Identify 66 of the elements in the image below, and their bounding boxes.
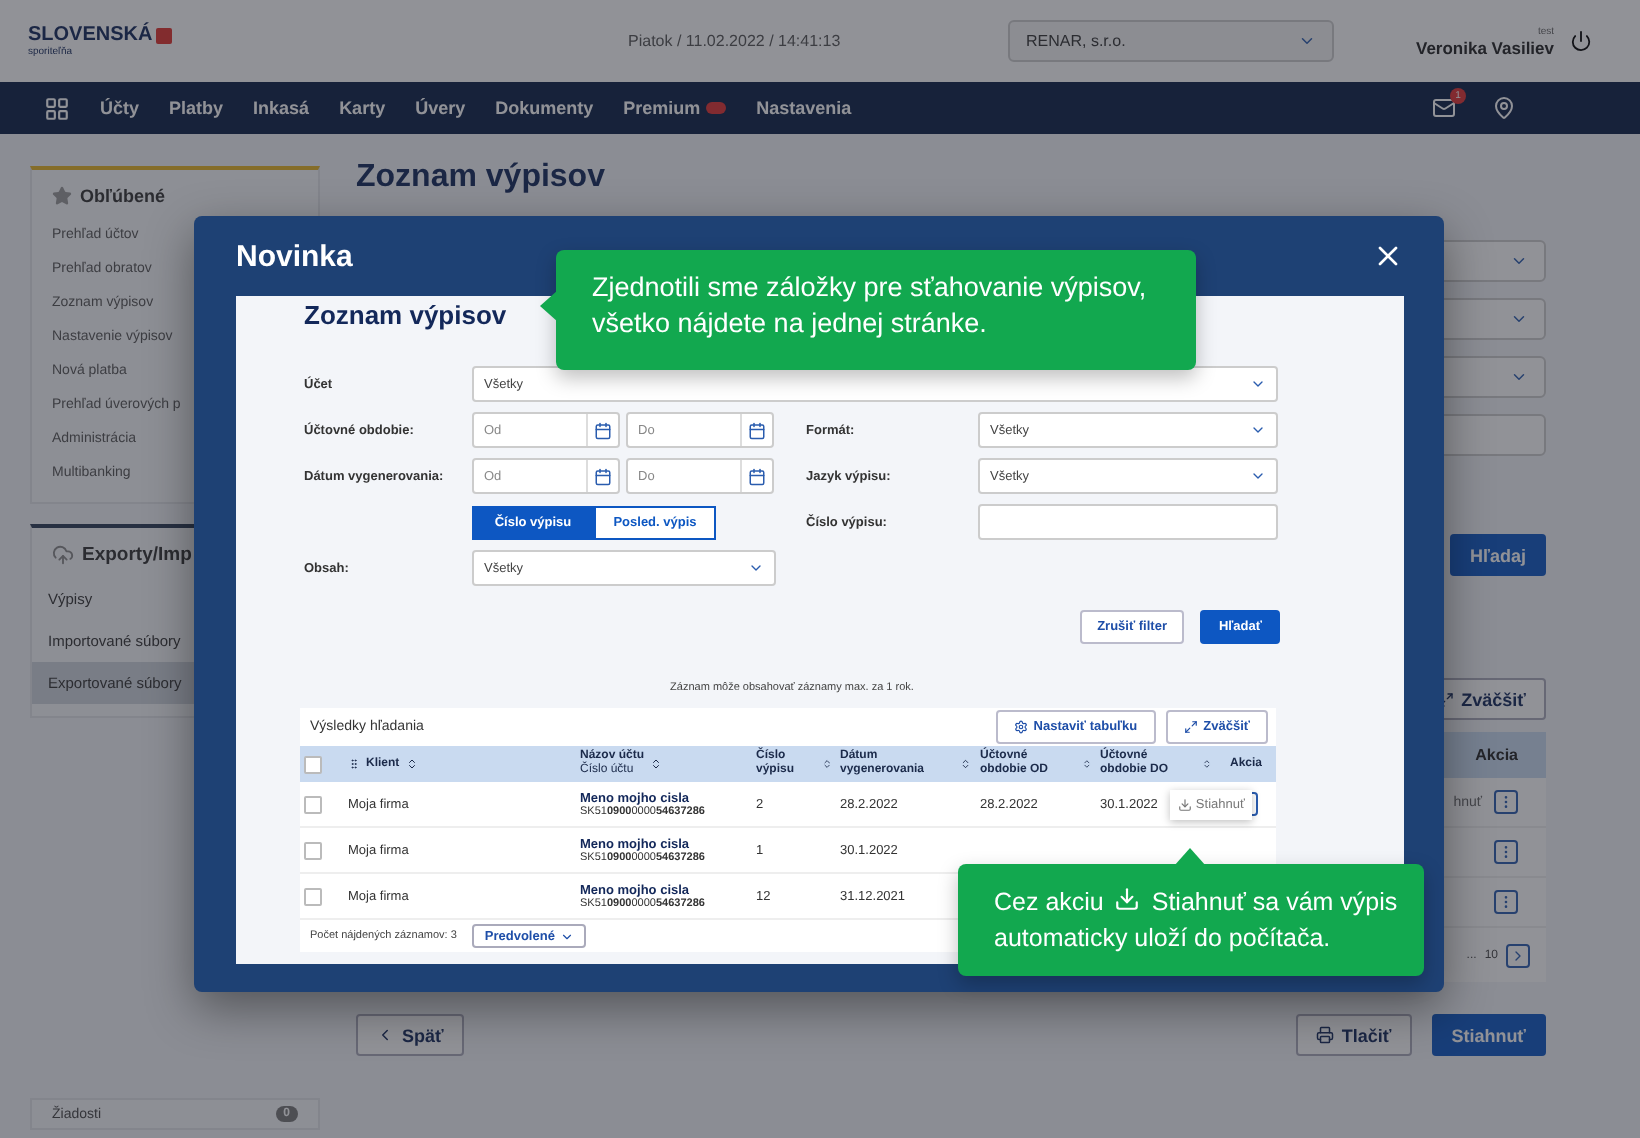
chevron-down-icon	[1250, 376, 1266, 392]
next-page-button[interactable]	[1506, 943, 1530, 967]
input-field[interactable]	[978, 504, 1278, 540]
settings-icon	[1013, 720, 1028, 734]
calendar-icon	[594, 421, 612, 439]
grid-icon[interactable]	[44, 95, 70, 121]
tooltip-text: Cez akciu	[994, 888, 1104, 916]
chevron-right-icon	[1510, 947, 1526, 963]
chevron-down-icon	[1298, 32, 1316, 50]
card-title: Exporty/Imp	[82, 544, 192, 566]
chevron-down-icon	[1250, 422, 1266, 438]
page-title: Zoznam výpisov	[304, 300, 507, 330]
download-icon	[1177, 797, 1192, 811]
more-button[interactable]	[1494, 890, 1518, 914]
company-select[interactable]: RENAR, s.r.o.	[1008, 20, 1334, 62]
checkbox[interactable]	[304, 795, 322, 813]
sort-icon	[960, 758, 972, 770]
nav-link[interactable]: Inkasá	[253, 98, 310, 118]
checkbox[interactable]	[304, 755, 322, 773]
search-button[interactable]: Hľadaj	[1450, 534, 1546, 576]
download-button[interactable]: Stiahnuť	[1431, 1014, 1546, 1056]
sort-icon	[1202, 758, 1212, 770]
user-name: Veronika Vasiliev	[1416, 37, 1554, 57]
nav-link[interactable]: Nastavenia	[756, 98, 852, 118]
calendar-icon	[748, 421, 766, 439]
logo-icon	[156, 27, 173, 43]
calendar-icon	[748, 467, 766, 485]
star-icon	[52, 186, 72, 206]
card-title: Obľúbené	[80, 186, 165, 206]
chevron-down-icon	[1510, 252, 1528, 270]
nav-link[interactable]: Dokumenty	[495, 98, 594, 118]
modal-title: Novinka	[236, 239, 353, 273]
chevron-down-icon	[1250, 468, 1266, 484]
chevron-down-icon	[748, 560, 764, 576]
sort-icon	[1082, 758, 1092, 770]
back-button[interactable]: Späť	[356, 1014, 464, 1056]
mail-icon[interactable]	[1432, 96, 1456, 120]
nav-link[interactable]: Karty	[339, 98, 386, 118]
print-button[interactable]: Tlačiť	[1295, 1014, 1412, 1056]
tooltip-text: Zjednotili sme záložky pre sťahovanie výpisov, všetko nájdete na jednej stránke.	[592, 270, 1149, 342]
power-icon[interactable]	[1570, 30, 1592, 52]
date-time-text: Piatok / 11.02.2022 / 14:41:13	[628, 32, 843, 50]
nav-link[interactable]: Platby	[169, 98, 224, 118]
tooltip-text: Stiahnuť sa vám výpis	[1151, 888, 1398, 916]
more-button[interactable]	[1494, 790, 1518, 814]
checkbox[interactable]	[304, 887, 322, 905]
checkbox[interactable]	[304, 841, 322, 859]
cloud-icon	[52, 544, 74, 566]
expand-icon	[1183, 720, 1198, 734]
nav-link[interactable]: Premium	[623, 98, 727, 118]
chevron-left-icon	[376, 1026, 394, 1044]
tooltip-text: automaticky uloží do počítača.	[994, 924, 1331, 952]
printer-icon	[1315, 1026, 1334, 1044]
location-pin-icon[interactable]	[1492, 96, 1516, 120]
sort-icon	[821, 758, 832, 770]
more-button[interactable]	[1494, 840, 1518, 864]
chevron-down-icon	[560, 929, 575, 943]
toggle-icon	[706, 102, 727, 114]
chevron-down-icon	[1510, 310, 1528, 328]
nav-link[interactable]: Účty	[100, 98, 140, 118]
download-icon	[1114, 886, 1141, 912]
nav-link[interactable]: Úvery	[415, 98, 466, 118]
page-title: Zoznam výpisov	[356, 160, 607, 196]
chevron-down-icon	[1510, 368, 1528, 386]
calendar-icon	[594, 467, 612, 485]
logo-text: SLOVENSKÁ	[28, 24, 628, 46]
